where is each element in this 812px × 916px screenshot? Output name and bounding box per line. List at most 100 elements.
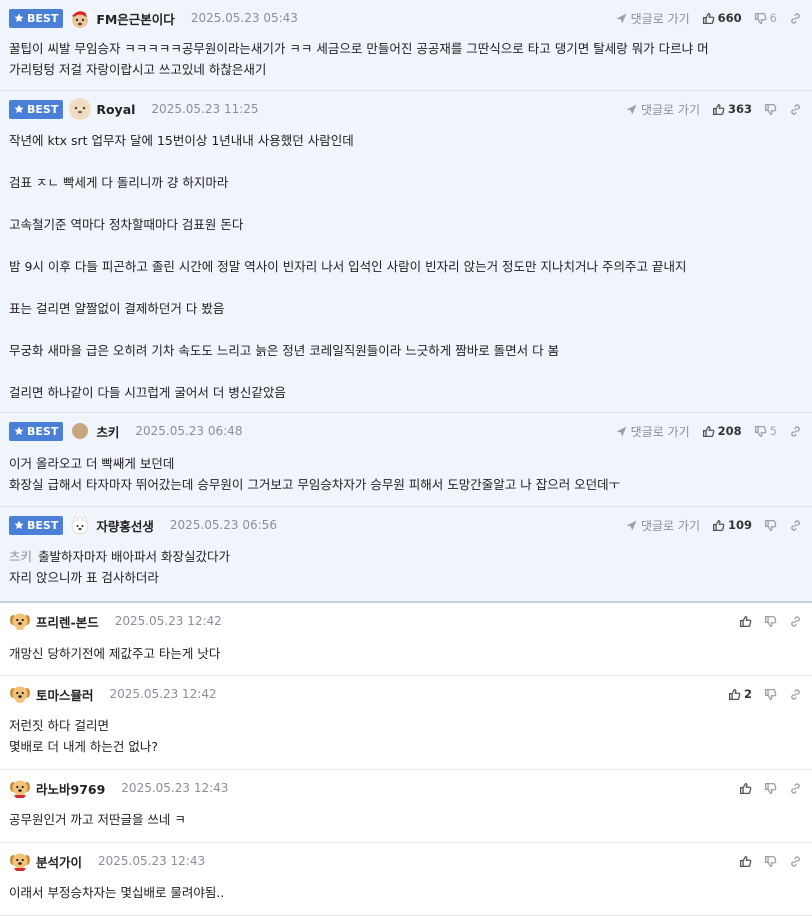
thumbs-up-icon (712, 519, 725, 532)
star-icon (14, 520, 24, 530)
avatar[interactable] (69, 514, 92, 536)
goto-reply-link[interactable]: 댓글로 가기 (615, 423, 690, 440)
dislike-button[interactable] (764, 855, 777, 868)
link-icon (789, 425, 802, 438)
comment-body: 작년에 ktx srt 업무자 달에 15번이상 1년내내 사용했던 사람인데 검… (9, 130, 802, 403)
goto-reply-link[interactable]: 댓글로 가기 (625, 517, 700, 534)
comment-text: 무궁화 새마을 급은 오히려 기차 속도도 느리고 늙은 정년 코레일직원들이라… (9, 343, 560, 358)
like-button[interactable]: 660 (702, 11, 742, 25)
dislike-button[interactable] (764, 615, 777, 628)
best-comment: BEST FM은근본이다 2025.05.23 05:43 댓글로 가기 660 6 꿀팁이… (0, 0, 812, 91)
star-icon (14, 426, 24, 436)
comment: 분석가이 2025.05.23 12:43 이래서 부정승차자는 몇십배로 물려야됨… (0, 843, 812, 916)
comment-date: 2025.05.23 06:56 (169, 518, 277, 532)
copy-link-button[interactable] (789, 615, 802, 628)
dislike-button[interactable]: 6 (754, 11, 777, 25)
comment-text: 출발하자마자 배아파서 화장실갔다가 (38, 549, 230, 564)
like-button[interactable] (739, 855, 752, 868)
goto-reply-link[interactable]: 댓글로 가기 (615, 10, 690, 27)
comment-header: 토마스뮬러 2025.05.23 12:42 (9, 676, 217, 712)
link-icon (789, 855, 802, 868)
copy-link-button[interactable] (789, 782, 802, 795)
comment-header: 라노바9769 2025.05.23 12:43 (9, 770, 228, 806)
like-button[interactable]: 363 (712, 102, 752, 116)
comment-body: 이래서 부정승차자는 몇십배로 물려야됨.. (9, 882, 802, 903)
dislike-button[interactable] (764, 519, 777, 532)
best-badge-label: BEST (27, 102, 59, 116)
comment-actions (727, 603, 802, 639)
thumbs-down-icon (754, 12, 767, 25)
comment-line: 검표 ㅈㄴ 빡세게 다 돌리니까 걍 하지마라 (9, 172, 802, 193)
dislike-button[interactable] (764, 782, 777, 795)
nickname[interactable]: 자량홍선생 (96, 516, 154, 535)
comment-line: 츠키 출발하자마자 배아파서 화장실갔다가 (9, 546, 802, 567)
nickname[interactable]: 라노바9769 (36, 779, 105, 798)
avatar[interactable] (69, 420, 91, 442)
best-comment: BEST 츠키 2025.05.23 06:48 댓글로 가기 208 5 이거 올라오고 … (0, 413, 812, 507)
avatar[interactable] (9, 683, 31, 705)
thumbs-down-icon (764, 688, 777, 701)
avatar[interactable] (69, 7, 91, 29)
copy-link-button[interactable] (789, 425, 802, 438)
comment-header: BEST 자량홍선생 2025.05.23 06:56 (9, 507, 277, 543)
comment-text: 걸리면 하나같이 다들 시끄럽게 굴어서 더 병신같았음 (9, 385, 286, 400)
comment-date: 2025.05.23 12:43 (121, 781, 229, 795)
copy-link-button[interactable] (789, 855, 802, 868)
comment-line: 밤 9시 이후 다들 피곤하고 졸린 시간에 정말 역사이 빈자리 나서 입석인… (9, 256, 802, 277)
thumbs-up-icon (702, 425, 715, 438)
dislike-button[interactable]: 5 (754, 424, 777, 438)
thumbs-up-icon (702, 12, 715, 25)
arrow-icon (615, 425, 628, 438)
avatar[interactable] (9, 850, 31, 872)
comment-header: 프리렌-본드 2025.05.23 12:42 (9, 603, 222, 639)
like-button[interactable]: 2 (728, 687, 752, 701)
nickname[interactable]: 토마스뮬러 (36, 685, 94, 704)
link-icon (789, 12, 802, 25)
link-icon (789, 688, 802, 701)
thumbs-up-icon (739, 855, 752, 868)
nickname[interactable]: 츠키 (96, 422, 119, 441)
comment-line: 걸리면 하나같이 다들 시끄럽게 굴어서 더 병신같았음 (9, 382, 802, 403)
like-count: 208 (717, 424, 742, 438)
like-button[interactable] (739, 782, 752, 795)
thumbs-up-icon (739, 782, 752, 795)
like-count: 660 (717, 11, 742, 25)
goto-reply-link[interactable]: 댓글로 가기 (625, 101, 700, 118)
like-button[interactable] (739, 615, 752, 628)
avatar[interactable] (69, 98, 92, 120)
comment-text: 밤 9시 이후 다들 피곤하고 졸린 시간에 정말 역사이 빈자리 나서 입석인… (9, 259, 687, 274)
dislike-button[interactable] (764, 688, 777, 701)
dislike-button[interactable] (764, 103, 777, 116)
like-button[interactable]: 208 (702, 424, 742, 438)
dislike-count: 5 (769, 424, 777, 438)
comment-header: BEST FM은근본이다 2025.05.23 05:43 (9, 0, 298, 36)
arrow-icon (625, 103, 638, 116)
thumbs-down-icon (764, 519, 777, 532)
comment-text: 공무원인거 까고 저딴글을 쓰네 ㅋ (9, 812, 186, 827)
nickname[interactable]: Royal (96, 102, 135, 117)
goto-reply-label: 댓글로 가기 (630, 11, 690, 26)
thumbs-up-icon (728, 688, 741, 701)
thumbs-down-icon (764, 855, 777, 868)
copy-link-button[interactable] (789, 12, 802, 25)
nickname[interactable]: FM은근본이다 (96, 9, 174, 28)
copy-link-button[interactable] (789, 103, 802, 116)
best-badge-label: BEST (27, 518, 59, 532)
comment-date: 2025.05.23 12:42 (109, 687, 217, 701)
arrow-icon (625, 519, 638, 532)
avatar[interactable] (9, 777, 31, 799)
best-badge: BEST (9, 421, 64, 441)
like-button[interactable]: 109 (712, 518, 752, 532)
copy-link-button[interactable] (789, 688, 802, 701)
reply-to-nickname[interactable]: 츠키 (9, 549, 32, 564)
comment-actions: 댓글로 가기 208 5 (603, 413, 802, 449)
copy-link-button[interactable] (789, 519, 802, 532)
best-badge: BEST (9, 8, 64, 28)
nickname[interactable]: 분석가이 (36, 852, 82, 871)
nickname[interactable]: 프리렌-본드 (36, 612, 99, 631)
avatar[interactable] (9, 610, 31, 632)
thumbs-down-icon (764, 615, 777, 628)
comment-list: BEST FM은근본이다 2025.05.23 05:43 댓글로 가기 660 6 꿀팁이… (0, 0, 812, 916)
link-icon (789, 782, 802, 795)
